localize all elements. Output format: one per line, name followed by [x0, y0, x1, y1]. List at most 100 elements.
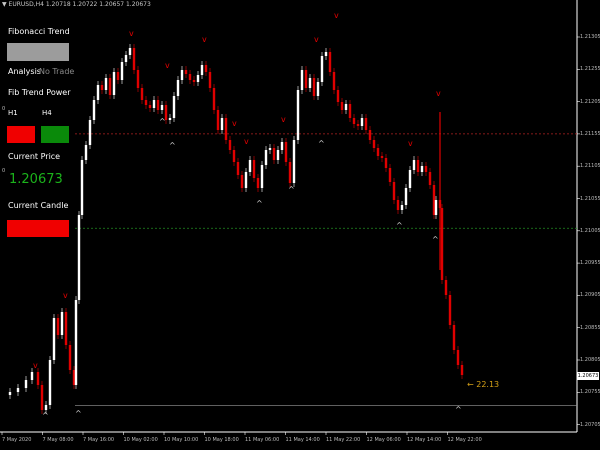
- sell-signal-arrow-icon: v: [202, 35, 207, 44]
- price-axis-label: 1.21155: [580, 130, 600, 137]
- bull-candle: [30, 372, 34, 380]
- axis-ticks: [1, 36, 580, 435]
- sell-signal-arrow-icon: v: [408, 139, 413, 148]
- bear-candle: [376, 148, 380, 156]
- sell-signal-arrow-icon: v: [33, 361, 38, 370]
- bear-candle: [108, 78, 112, 95]
- bear-candle: [428, 172, 432, 185]
- bear-candle: [184, 70, 188, 74]
- bull-candle: [200, 65, 204, 75]
- price-axis-label: 1.21055: [580, 195, 600, 202]
- time-axis-label: 10 May 18:00: [204, 437, 239, 443]
- bull-candle: [404, 188, 408, 205]
- bull-candle: [124, 55, 128, 62]
- time-axis-label: 7 May 08:00: [42, 437, 74, 443]
- timeframe-h1-box: [7, 126, 35, 143]
- bear-candle: [416, 160, 420, 172]
- bull-candle: [152, 100, 156, 108]
- bear-candle: [228, 140, 232, 150]
- time-axis-label: 12 May 06:00: [366, 437, 401, 443]
- bear-candle: [440, 208, 444, 280]
- bear-candle: [396, 200, 400, 210]
- bull-candle: [8, 392, 12, 395]
- bear-candle: [236, 162, 240, 175]
- bear-candle: [156, 100, 160, 110]
- bear-candle: [252, 160, 256, 178]
- bear-candle: [284, 142, 288, 162]
- bear-candle: [312, 78, 316, 96]
- bear-candle: [204, 65, 208, 72]
- bear-candle: [392, 182, 396, 200]
- time-axis-label: 12 May 14:00: [407, 437, 442, 443]
- indicator-title: Fibonacci Trend: [8, 27, 70, 36]
- bear-candle: [384, 158, 388, 168]
- price-chart[interactable]: vvvvvvvvvvvv^ ^^^^^^^^^: [0, 0, 600, 450]
- bull-candle: [104, 78, 108, 90]
- price-axis-label: 1.21305: [580, 34, 600, 40]
- sell-signal-arrow-icon: v: [232, 119, 237, 128]
- trend-power-label: Fib Trend Power: [8, 88, 71, 97]
- bear-candle: [132, 48, 136, 70]
- bull-candle: [320, 56, 324, 82]
- bear-candle: [64, 312, 68, 345]
- current-candle-label: Current Candle: [8, 201, 69, 210]
- bear-candle: [332, 72, 336, 90]
- bear-candle: [340, 102, 344, 110]
- bull-candle: [344, 104, 348, 110]
- bull-candle: [77, 215, 81, 300]
- current-price-value: 1.20673: [9, 172, 63, 187]
- bull-candle: [24, 380, 28, 388]
- bull-candle: [300, 70, 304, 90]
- bear-candle: [368, 130, 372, 140]
- bull-candle: [172, 96, 176, 118]
- bull-candle: [196, 75, 200, 82]
- bull-candle: [128, 48, 132, 55]
- bull-candle: [220, 118, 224, 130]
- trading-chart-window: v v v v v v v v v v v v ^ ^ ^ ^ ^ ^ ^ ^ ^ ^ ▼ EURUSD,H4 1.207…: [0, 0, 600, 450]
- bear-candle: [304, 70, 308, 88]
- sell-signal-arrow-icon: v: [63, 291, 68, 300]
- sell-signal-arrow-icon: v: [244, 137, 249, 146]
- bull-candle: [120, 62, 124, 80]
- buy-signal-arrow-icon: ^: [75, 409, 82, 418]
- bull-candle: [360, 118, 364, 126]
- chart-header: ▼ EURUSD,H4 1.20718 1.20722 1.20657 1.20…: [2, 1, 151, 8]
- panel-edge-mark-2: 0: [2, 168, 6, 174]
- bull-candle: [308, 78, 312, 88]
- bull-candle: [264, 150, 268, 165]
- bull-candle: [16, 388, 20, 392]
- time-axis-label: 10 May 10:00: [164, 437, 199, 443]
- buy-signal-arrow-icon: ^: [288, 185, 295, 194]
- bull-candle: [316, 82, 320, 96]
- bear-candle: [208, 72, 212, 88]
- panel-edge-mark-1: 0: [2, 106, 6, 112]
- bull-candle: [92, 100, 96, 120]
- buy-signal-arrow-icon: ^: [432, 235, 439, 244]
- bear-candle: [388, 168, 392, 182]
- time-axis-label: 11 May 22:00: [326, 437, 361, 443]
- bear-candle: [448, 295, 452, 325]
- timeframe-h4-label: H4: [42, 109, 52, 117]
- buy-signal-arrow-icon: ^: [42, 411, 49, 420]
- price-axis-label: 1.21005: [580, 227, 600, 234]
- current-price-badge: 1.20673: [577, 372, 599, 380]
- timeframe-h4-box: [41, 126, 69, 143]
- price-axis-label: 1.20855: [580, 324, 600, 331]
- signal-arrows: vvvvvvvvvvvv^ ^^^^^^^^^: [33, 11, 462, 420]
- bear-candle: [144, 100, 148, 105]
- buy-signal-arrow-icon: ^: [455, 405, 462, 414]
- bull-candle: [60, 312, 64, 335]
- bear-candle: [372, 140, 376, 148]
- bear-candle: [36, 372, 40, 385]
- trend-status-box: [7, 43, 69, 61]
- bull-candle: [324, 52, 328, 56]
- bear-candle: [452, 325, 456, 350]
- time-axis-label: 7 May 2020: [2, 437, 32, 443]
- bear-candle: [232, 150, 236, 162]
- bull-candle: [84, 145, 88, 160]
- bear-candle: [444, 280, 448, 295]
- bull-candle: [280, 142, 284, 150]
- bull-candle: [168, 118, 172, 120]
- time-axis-label: 10 May 02:00: [123, 437, 158, 443]
- sell-signal-arrow-icon: v: [129, 29, 134, 38]
